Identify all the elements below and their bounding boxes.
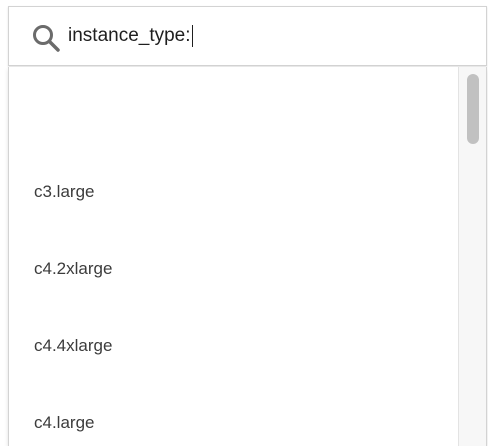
suggestion-item-c3-large[interactable]: c3.large [9,153,459,230]
autocomplete-widget: instance_type: c3.large c4.2xlarge c4.4x… [0,0,488,446]
search-box[interactable]: instance_type: [8,6,487,66]
suggestion-item-blank[interactable] [9,67,459,153]
scrollbar-track[interactable] [458,67,486,446]
suggestion-item-c4-large[interactable]: c4.large [9,384,459,446]
suggestion-item-c4-4xlarge[interactable]: c4.4xlarge [9,307,459,384]
search-icon [33,25,60,52]
search-input[interactable]: instance_type: [68,19,194,53]
suggestions-dropdown: c3.large c4.2xlarge c4.4xlarge c4.large [8,67,487,446]
suggestion-item-c4-2xlarge[interactable]: c4.2xlarge [9,230,459,307]
text-caret [191,25,194,47]
suggestions-list: c3.large c4.2xlarge c4.4xlarge c4.large [9,67,459,446]
search-input-value: instance_type: [68,25,191,46]
scrollbar-thumb[interactable] [467,74,479,144]
